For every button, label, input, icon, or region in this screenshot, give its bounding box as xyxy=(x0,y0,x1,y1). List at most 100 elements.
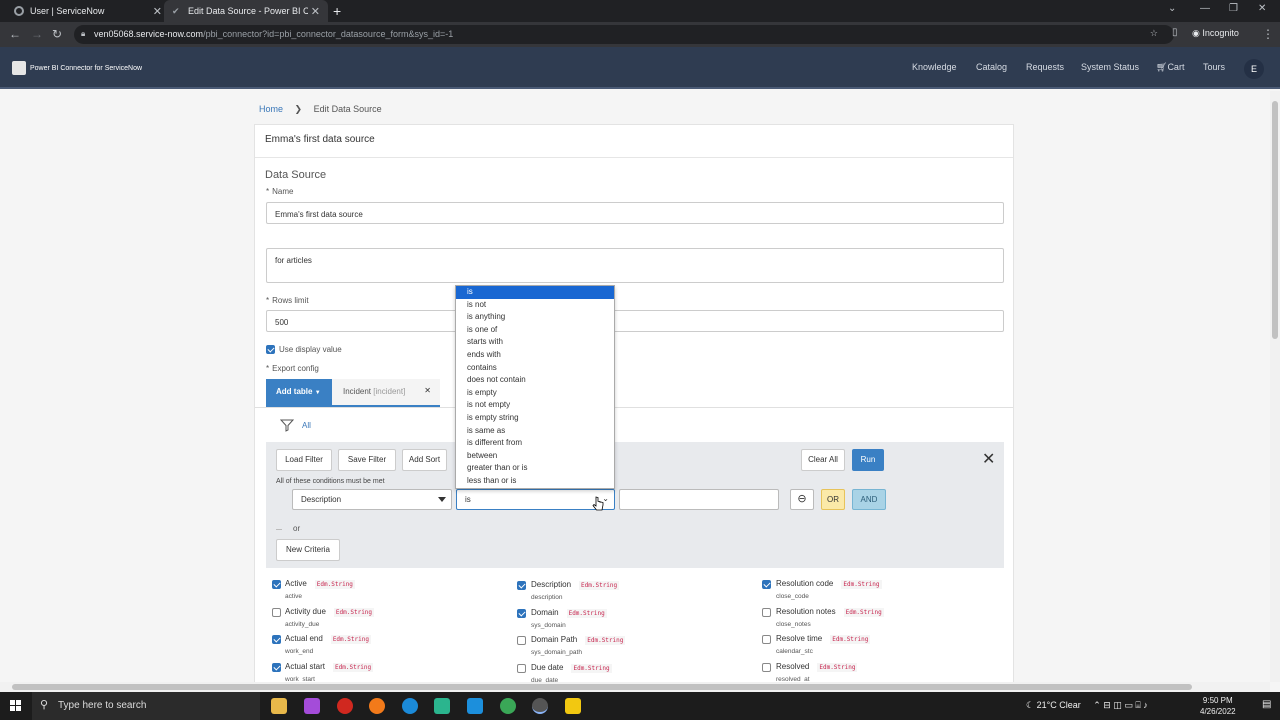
restore-icon[interactable]: ❐ xyxy=(1229,3,1238,14)
bookmark-star-icon[interactable]: ☆ xyxy=(1150,28,1158,39)
column-checkbox-actual-end[interactable] xyxy=(272,635,281,644)
operator-option[interactable]: is one of xyxy=(456,324,614,337)
close-filter-icon[interactable]: ✕ xyxy=(982,449,995,469)
column-checkbox-resolve-time[interactable] xyxy=(762,635,771,644)
operator-option[interactable]: is xyxy=(456,286,614,299)
reload-icon[interactable]: ↻ xyxy=(52,27,62,41)
operator-option[interactable]: contains xyxy=(456,362,614,375)
add-sort-button[interactable]: Add Sort xyxy=(402,449,447,471)
description-textarea[interactable]: for articles xyxy=(266,248,1004,283)
operator-option[interactable]: is different from xyxy=(456,437,614,450)
operator-option[interactable]: is not empty xyxy=(456,399,614,412)
nav-cart[interactable]: 🛒︎Cart xyxy=(1156,62,1184,73)
slack-icon[interactable] xyxy=(434,698,450,714)
column-checkbox-active[interactable] xyxy=(272,580,281,589)
list-item: Due date Edm.String xyxy=(531,663,612,673)
incognito-indicator[interactable]: ◉ Incognito xyxy=(1192,28,1239,39)
tab-search-icon[interactable]: ⌄ xyxy=(1168,3,1176,14)
operator-option[interactable]: between xyxy=(456,450,614,463)
column-checkbox-resolved[interactable] xyxy=(762,663,771,672)
new-tab-icon[interactable]: + xyxy=(333,3,341,19)
add-table-button[interactable]: Add table ▼ xyxy=(266,379,332,407)
operator-option[interactable]: starts with xyxy=(456,336,614,349)
operator-option[interactable]: is not xyxy=(456,299,614,312)
column-checkbox-description[interactable] xyxy=(517,581,526,590)
list-item: Domain Edm.String xyxy=(531,608,607,618)
app-logo-icon[interactable] xyxy=(12,61,26,75)
url-field[interactable]: 🔒︎ ven05068.service-now.com/pbi_connecto… xyxy=(74,25,1174,44)
condition-value-input[interactable] xyxy=(619,489,779,510)
operator-option[interactable]: does not contain xyxy=(456,374,614,387)
browser-menu-icon[interactable]: ⋮ xyxy=(1262,27,1274,41)
operator-option[interactable]: is same as xyxy=(456,425,614,438)
condition-field-select[interactable]: Description xyxy=(292,489,452,510)
app-name[interactable]: Power BI Connector for ServiceNow xyxy=(30,65,142,72)
avatar[interactable]: E xyxy=(1244,59,1264,79)
horizontal-scrollbar[interactable] xyxy=(0,682,1270,692)
column-checkbox-due-date[interactable] xyxy=(517,664,526,673)
run-button[interactable]: Run xyxy=(852,449,884,471)
minimize-icon[interactable]: — xyxy=(1200,3,1210,14)
edge-icon[interactable] xyxy=(402,698,418,714)
or-button[interactable]: OR xyxy=(821,489,845,510)
nav-tours[interactable]: Tours xyxy=(1203,62,1225,72)
and-button[interactable]: AND xyxy=(852,489,886,510)
rows-limit-input[interactable]: 500 xyxy=(266,310,1004,332)
file-explorer-icon[interactable] xyxy=(271,698,287,714)
firefox-icon[interactable] xyxy=(369,698,385,714)
back-icon[interactable]: ← xyxy=(9,27,21,41)
name-input[interactable]: Emma's first data source xyxy=(266,202,1004,224)
vertical-scrollbar[interactable] xyxy=(1270,91,1280,682)
close-tab-icon[interactable]: ✕ xyxy=(311,5,320,18)
notifications-icon[interactable]: ▤ xyxy=(1262,699,1271,710)
chrome-incognito-icon[interactable] xyxy=(532,698,548,714)
scrollbar-thumb[interactable] xyxy=(1272,101,1278,339)
tray-icons[interactable]: ⌃ ⊟ ◫ ▭ ⌸ ♪ xyxy=(1093,700,1148,710)
store-icon[interactable] xyxy=(304,698,320,714)
forward-icon[interactable]: → xyxy=(31,27,43,41)
filter-breadcrumb-all[interactable]: All xyxy=(302,421,311,430)
scrollbar-thumb[interactable] xyxy=(12,684,1192,690)
taskbar-search-input[interactable]: ⚲ Type here to search xyxy=(32,692,260,720)
nav-catalog[interactable]: Catalog xyxy=(976,62,1007,72)
operator-option[interactable]: is empty string xyxy=(456,412,614,425)
operator-option[interactable]: is empty xyxy=(456,387,614,400)
sidebar-icon[interactable]: ▯ xyxy=(1172,27,1178,38)
nav-system-status[interactable]: System Status xyxy=(1081,62,1139,72)
save-filter-button[interactable]: Save Filter xyxy=(338,449,396,471)
clear-all-button[interactable]: Clear All xyxy=(801,449,845,471)
close-tab-icon[interactable]: ✕ xyxy=(153,5,162,18)
power-bi-icon[interactable] xyxy=(565,698,581,714)
close-window-icon[interactable]: ✕ xyxy=(1258,3,1266,14)
operator-option[interactable]: less than or is xyxy=(456,475,614,488)
breadcrumb-home[interactable]: Home xyxy=(259,104,283,114)
new-criteria-button[interactable]: New Criteria xyxy=(276,539,340,561)
column-checkbox-actual-start[interactable] xyxy=(272,663,281,672)
skype-icon[interactable] xyxy=(467,698,483,714)
load-filter-button[interactable]: Load Filter xyxy=(276,449,332,471)
filter-icon[interactable] xyxy=(280,418,294,432)
operator-option[interactable]: greater than or is xyxy=(456,462,614,475)
browser-tab-user[interactable]: User | ServiceNow ✕ xyxy=(6,0,170,22)
nav-knowledge[interactable]: Knowledge xyxy=(912,62,957,72)
divider xyxy=(276,529,282,530)
column-field: description xyxy=(531,594,563,601)
taskbar-clock[interactable]: 9:50 PM 4/26/2022 xyxy=(1200,695,1236,717)
tab-incident[interactable]: Incident [incident] ✕ xyxy=(332,379,440,407)
column-checkbox-domain[interactable] xyxy=(517,609,526,618)
remove-table-icon[interactable]: ✕ xyxy=(424,386,431,395)
windows-start-icon[interactable] xyxy=(10,700,22,712)
weather-text[interactable]: 21°C Clear xyxy=(1037,700,1081,710)
remove-condition-icon[interactable]: ⊖ xyxy=(790,489,814,510)
nav-requests[interactable]: Requests xyxy=(1026,62,1064,72)
operator-option[interactable]: is anything xyxy=(456,311,614,324)
column-checkbox-resolution-notes[interactable] xyxy=(762,608,771,617)
chrome-icon[interactable] xyxy=(500,698,516,714)
operator-option[interactable]: ends with xyxy=(456,349,614,362)
column-checkbox-resolution-code[interactable] xyxy=(762,580,771,589)
opera-icon[interactable] xyxy=(337,698,353,714)
column-checkbox-domain-path[interactable] xyxy=(517,636,526,645)
browser-tab-edit-data-source[interactable]: ✔ Edit Data Source - Power BI Conn ✕ xyxy=(164,0,328,22)
column-checkbox-activity-due[interactable] xyxy=(272,608,281,617)
use-display-value-checkbox[interactable] xyxy=(266,345,275,354)
